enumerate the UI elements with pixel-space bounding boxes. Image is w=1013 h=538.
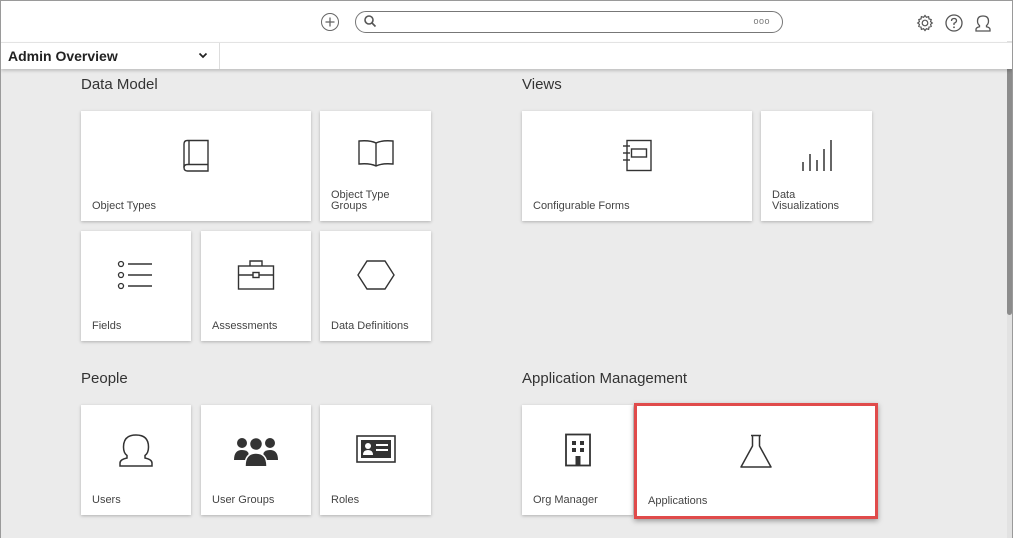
tile-label: Data Visualizations xyxy=(772,189,840,212)
user-icon xyxy=(119,434,153,467)
tile-configurable-forms[interactable]: Configurable Forms xyxy=(522,111,752,221)
users-group-icon xyxy=(234,436,278,467)
tile-fields[interactable]: Fields xyxy=(81,231,191,341)
tile-label: Org Manager xyxy=(533,494,598,506)
tile-label: Object Type Groups xyxy=(331,189,390,212)
tile-label: Assessments xyxy=(212,320,278,332)
app-frame: ooo Admin Overview Data Model Views Peop… xyxy=(0,0,1013,538)
search-icon xyxy=(364,15,377,28)
id-card-icon xyxy=(355,435,396,463)
user-icon[interactable] xyxy=(973,13,993,33)
tile-user-groups[interactable]: User Groups xyxy=(201,405,311,515)
top-bar: ooo xyxy=(1,1,1012,42)
search-more-options[interactable]: ooo xyxy=(753,16,770,26)
open-book-icon xyxy=(357,140,394,167)
list-icon xyxy=(117,260,152,290)
form-icon xyxy=(623,139,652,172)
section-title-views: Views xyxy=(522,76,562,93)
global-search-input[interactable]: ooo xyxy=(355,11,783,33)
gear-icon[interactable] xyxy=(915,13,935,33)
tile-object-type-groups[interactable]: Object Type Groups xyxy=(320,111,431,221)
tile-label: Roles xyxy=(331,494,360,506)
book-icon xyxy=(183,139,209,172)
bar-chart-icon xyxy=(801,140,832,171)
chevron-down-icon xyxy=(198,52,208,59)
tile-users[interactable]: Users xyxy=(81,405,191,515)
tile-label: Configurable Forms xyxy=(533,200,630,212)
scrollbar[interactable] xyxy=(1007,41,1012,538)
tile-assessments[interactable]: Assessments xyxy=(201,231,311,341)
tile-label: Data Definitions xyxy=(331,320,409,332)
section-title-people: People xyxy=(81,370,128,387)
tile-label: User Groups xyxy=(212,494,275,506)
add-button[interactable] xyxy=(321,13,339,31)
dashboard-select-label: Admin Overview xyxy=(8,48,118,64)
tile-org-manager[interactable]: Org Manager xyxy=(522,405,633,515)
help-icon[interactable] xyxy=(944,13,964,33)
briefcase-icon xyxy=(237,260,275,290)
tile-label: Object Types xyxy=(92,200,156,212)
tile-applications[interactable]: Applications xyxy=(634,403,878,519)
tile-data-definitions[interactable]: Data Definitions xyxy=(320,231,431,341)
dashboard-bar: Admin Overview xyxy=(1,42,1012,69)
tile-roles[interactable]: Roles xyxy=(320,405,431,515)
tile-label: Fields xyxy=(92,320,122,332)
flask-icon xyxy=(740,434,772,468)
tile-label: Users xyxy=(92,494,121,506)
tile-label: Applications xyxy=(648,495,708,507)
building-icon xyxy=(564,433,591,467)
plus-icon xyxy=(325,17,335,27)
hexagon-icon xyxy=(356,260,395,290)
tile-object-types[interactable]: Object Types xyxy=(81,111,311,221)
section-title-data-model: Data Model xyxy=(81,76,158,93)
tile-data-visualizations[interactable]: Data Visualizations xyxy=(761,111,872,221)
scrollbar-thumb[interactable] xyxy=(1007,45,1012,315)
dashboard-select[interactable]: Admin Overview xyxy=(1,43,220,69)
section-title-application-management: Application Management xyxy=(522,370,688,387)
